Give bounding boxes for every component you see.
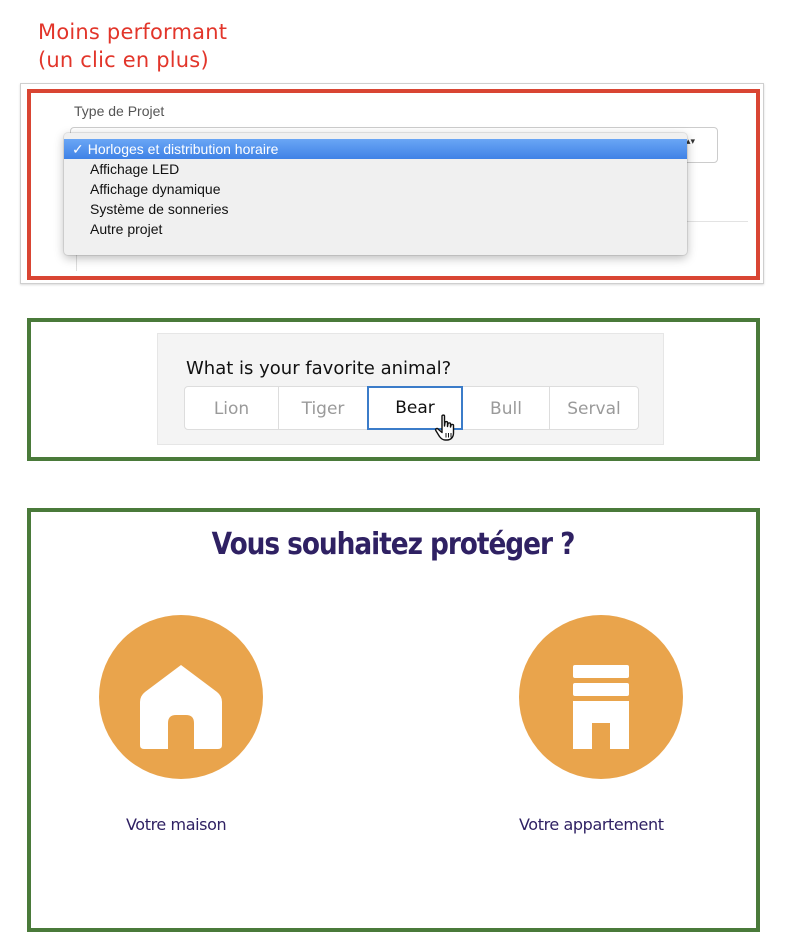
- caption-line-2: (un clic en plus): [38, 48, 209, 72]
- comparison-figure: Moins performant (un clic en plus) Type …: [0, 0, 786, 948]
- caption: Moins performant (un clic en plus): [38, 18, 227, 74]
- caption-line-1: Moins performant: [38, 20, 228, 44]
- pointing-hand-cursor-icon: [434, 414, 458, 447]
- red-highlight-frame: [27, 89, 760, 280]
- green-highlight-frame-cards: [27, 508, 760, 932]
